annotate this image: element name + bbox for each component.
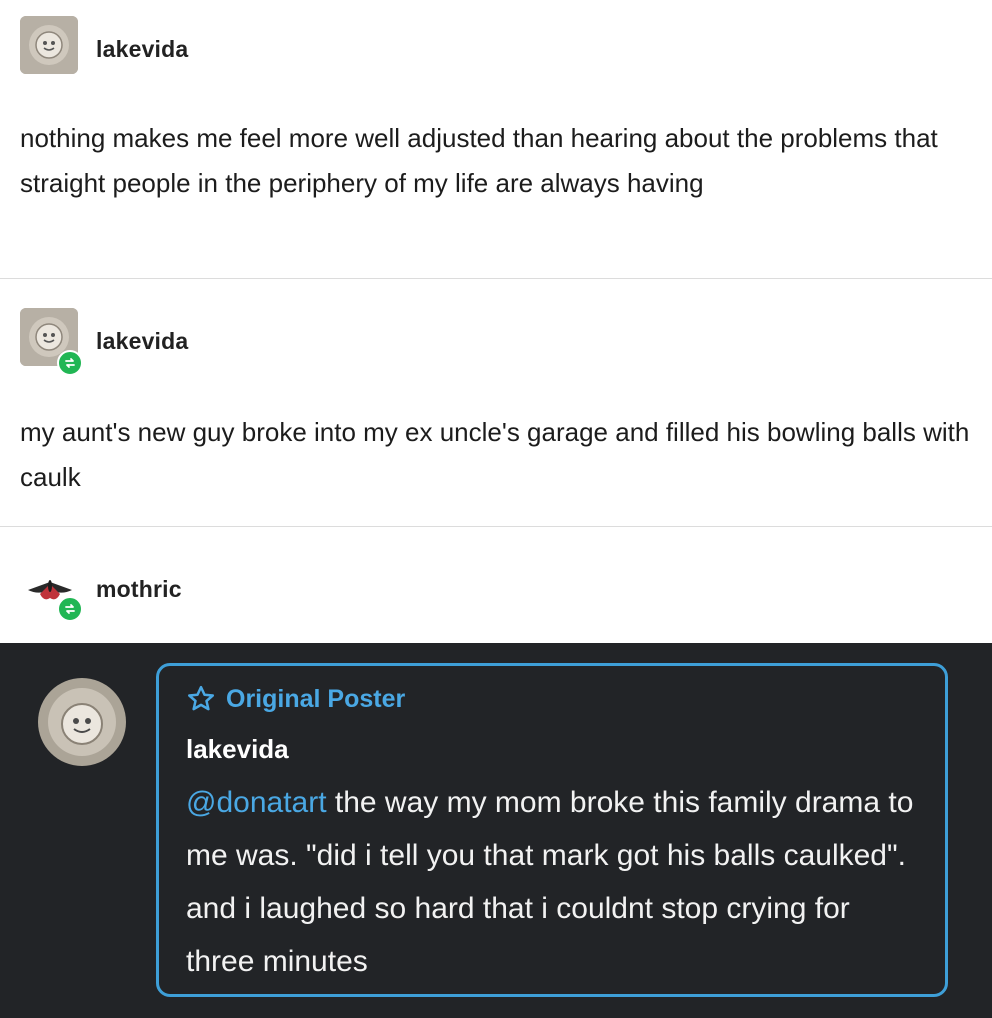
post-username[interactable]: mothric — [96, 576, 182, 603]
post-username[interactable]: lakevida — [96, 328, 188, 355]
post-username[interactable]: lakevida — [96, 36, 188, 63]
tumblr-thread: lakevida nothing makes me feel more well… — [0, 0, 992, 1018]
star-icon — [188, 685, 214, 711]
avatar-sun-icon[interactable] — [20, 16, 78, 74]
reblog-icon — [57, 350, 83, 376]
reblog-icon — [57, 596, 83, 622]
original-poster-label: Original Poster — [226, 684, 406, 713]
divider — [0, 526, 992, 527]
divider — [0, 278, 992, 279]
mention-link[interactable]: @donatart — [186, 786, 327, 819]
post-text: nothing makes me feel more well adjusted… — [20, 123, 938, 198]
reply-username[interactable]: lakevida — [186, 734, 289, 765]
reply-avatar-sun-icon[interactable] — [38, 678, 126, 766]
original-poster-badge: Original Poster — [186, 684, 405, 714]
reply-text: @donatart the way my mom broke this fami… — [186, 776, 926, 988]
post-text: my aunt's new guy broke into my ex uncle… — [20, 417, 970, 492]
